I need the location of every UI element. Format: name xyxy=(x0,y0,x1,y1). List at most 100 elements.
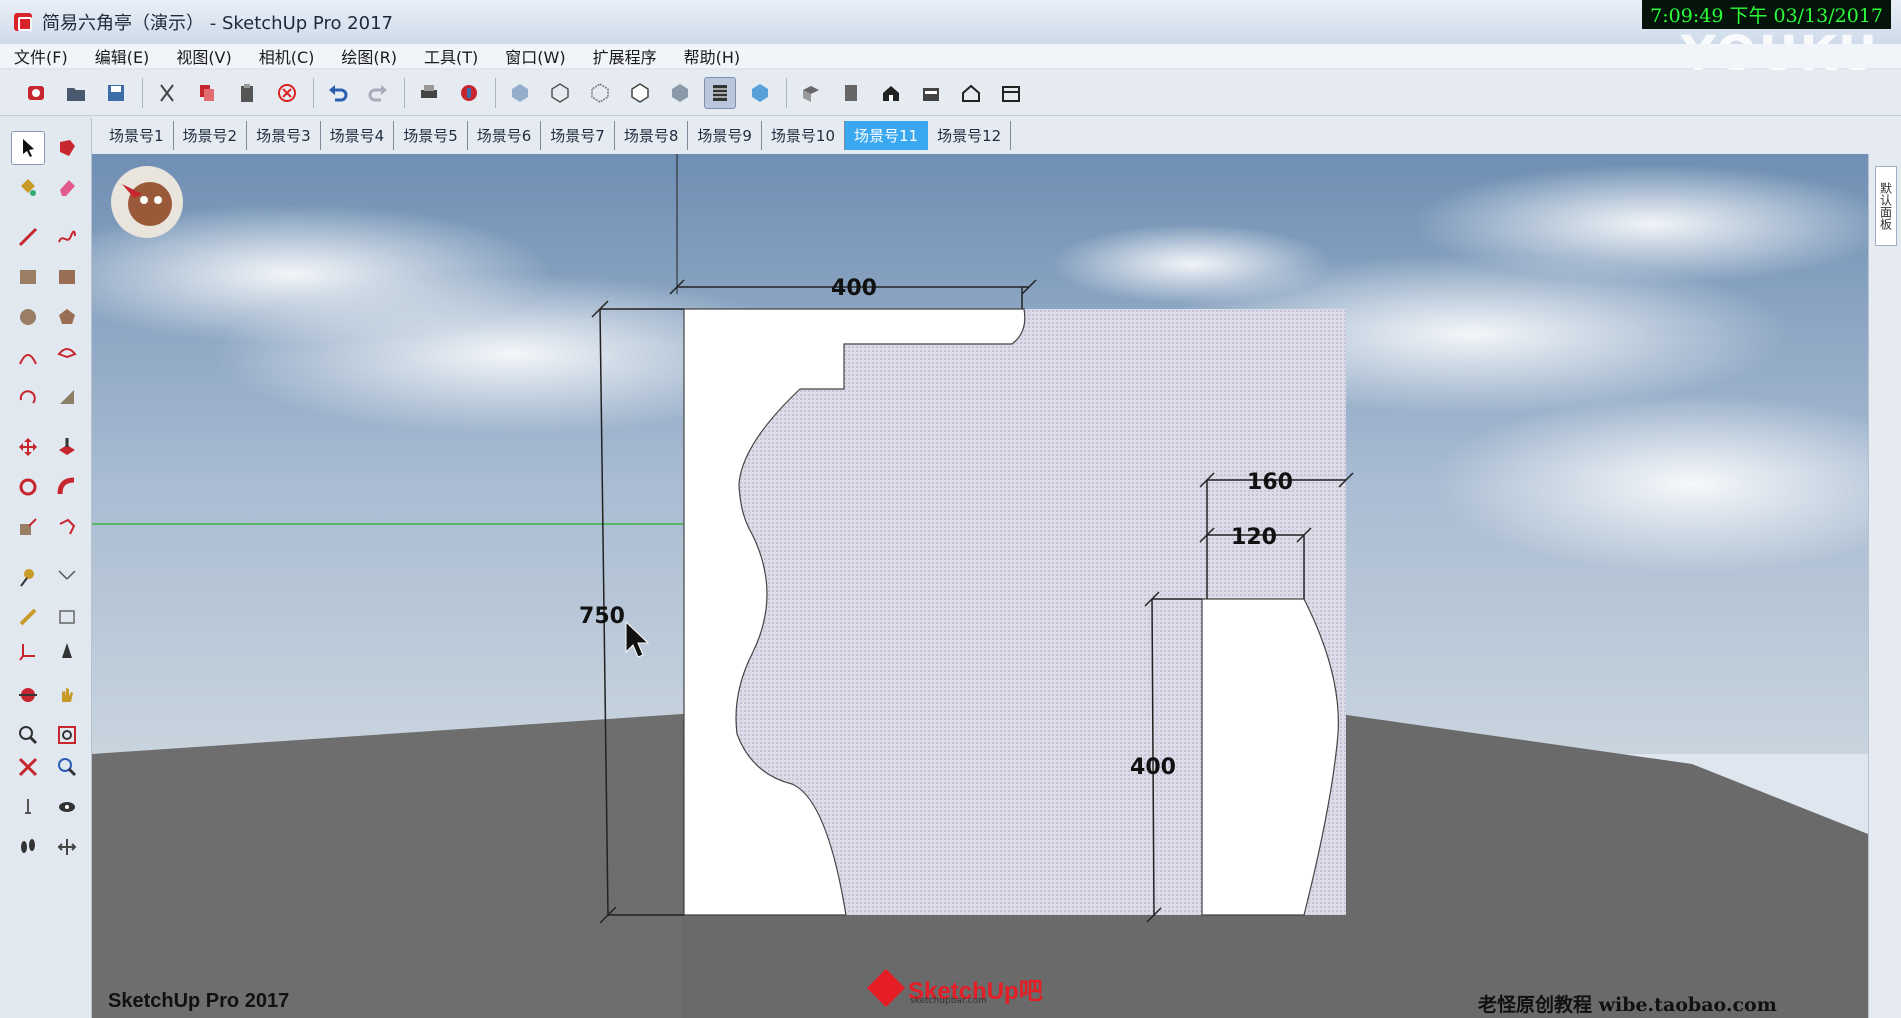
front-view-icon[interactable] xyxy=(875,77,907,109)
xray-icon[interactable] xyxy=(504,77,536,109)
circle-tool-icon[interactable] xyxy=(11,300,45,334)
sketchup-window: 简易六角亭（演示） - SketchUp Pro 2017 7:09:49 下午… xyxy=(0,0,1901,1018)
zoom-tool-icon[interactable] xyxy=(11,718,45,752)
scale-tool-icon[interactable] xyxy=(11,510,45,544)
iso-view-icon[interactable] xyxy=(795,77,827,109)
tab-scene-2[interactable]: 场景号2 xyxy=(174,120,248,150)
erase-icon[interactable] xyxy=(271,77,303,109)
text-tool-icon[interactable] xyxy=(50,600,84,634)
sketchupbar-logo: SketchUp吧 sketchupbar.com xyxy=(866,966,1043,1010)
shaded-textures-icon[interactable] xyxy=(704,76,736,109)
menu-edit[interactable]: 编辑(E) xyxy=(95,44,150,68)
wireframe-icon[interactable] xyxy=(584,77,616,109)
previous-view-icon[interactable] xyxy=(50,750,84,784)
redo-icon[interactable] xyxy=(362,77,394,109)
tab-scene-12[interactable]: 场景号12 xyxy=(928,120,1012,150)
section-plane-icon[interactable] xyxy=(50,830,84,864)
tab-scene-8[interactable]: 场景号8 xyxy=(615,120,689,150)
left-view-icon[interactable] xyxy=(995,77,1027,109)
polygon-tool-icon[interactable] xyxy=(50,300,84,334)
default-tray-tab[interactable]: 默认面板 xyxy=(1875,166,1897,246)
zoom-window-icon[interactable] xyxy=(50,718,84,752)
orbit-tool-icon[interactable] xyxy=(11,678,45,712)
right-view-icon[interactable] xyxy=(915,77,947,109)
freehand-tool-icon[interactable] xyxy=(50,220,84,254)
menu-file[interactable]: 文件(F) xyxy=(14,44,68,68)
menu-extensions[interactable]: 扩展程序 xyxy=(593,44,657,68)
title-bar: 简易六角亭（演示） - SketchUp Pro 2017 7:09:49 下午… xyxy=(0,0,1901,44)
paste-icon[interactable] xyxy=(231,77,263,109)
rotated-rectangle-icon[interactable] xyxy=(50,260,84,294)
make-component-icon[interactable] xyxy=(50,131,84,165)
menu-help[interactable]: 帮助(H) xyxy=(684,44,741,68)
rotate-tool-icon[interactable] xyxy=(11,470,45,504)
walk-tool-icon[interactable] xyxy=(11,830,45,864)
undo-icon[interactable] xyxy=(322,77,354,109)
3d-text-icon[interactable] xyxy=(50,634,84,668)
menu-draw[interactable]: 绘图(R) xyxy=(341,44,397,68)
tape-measure-icon[interactable] xyxy=(11,560,45,594)
menu-camera[interactable]: 相机(C) xyxy=(259,44,315,68)
save-icon[interactable] xyxy=(100,77,132,109)
model-viewport[interactable]: 400 750 160 120 400 xyxy=(92,154,1868,1018)
sketchupbar-subtext: sketchupbar.com xyxy=(910,996,987,1006)
tab-scene-7[interactable]: 场景号7 xyxy=(541,120,615,150)
tab-scene-3[interactable]: 场景号3 xyxy=(247,120,321,150)
print-icon[interactable] xyxy=(413,77,445,109)
sketchup-logo-icon xyxy=(866,968,906,1008)
axes-tool-icon[interactable] xyxy=(11,634,45,668)
back-view-icon[interactable] xyxy=(955,77,987,109)
offset-tool-icon[interactable] xyxy=(50,510,84,544)
look-around-icon[interactable] xyxy=(50,790,84,824)
rectangle-tool-icon[interactable] xyxy=(11,260,45,294)
follow-me-icon[interactable] xyxy=(50,470,84,504)
select-tool-icon[interactable] xyxy=(11,131,45,165)
get-models-icon[interactable] xyxy=(20,77,52,109)
menu-view[interactable]: 视图(V) xyxy=(176,44,231,68)
move-tool-icon[interactable] xyxy=(11,430,45,464)
tutorial-credit: 老怪原创教程 wibe.taobao.com xyxy=(1478,994,1777,1016)
copy-icon[interactable] xyxy=(191,77,223,109)
protractor-icon[interactable] xyxy=(11,600,45,634)
position-camera-icon[interactable] xyxy=(11,790,45,824)
line-tool-icon[interactable] xyxy=(11,220,45,254)
viewport-canvas[interactable]: 400 750 160 120 400 xyxy=(92,154,1868,1018)
back-edges-icon[interactable] xyxy=(544,77,576,109)
tab-scene-5[interactable]: 场景号5 xyxy=(394,120,468,150)
window-title: 简易六角亭（演示） - SketchUp Pro 2017 xyxy=(42,13,393,34)
two-point-arc-icon[interactable] xyxy=(50,380,84,414)
zoom-extents-icon[interactable] xyxy=(11,750,45,784)
menu-tools[interactable]: 工具(T) xyxy=(424,44,478,68)
tab-scene-11[interactable]: 场景号11 xyxy=(845,120,929,150)
tab-scene-4[interactable]: 场景号4 xyxy=(321,120,395,150)
pie-tool-icon[interactable] xyxy=(50,340,84,374)
tab-scene-10[interactable]: 场景号10 xyxy=(762,120,846,150)
paint-bucket-icon[interactable] xyxy=(11,170,45,204)
tab-scene-9[interactable]: 场景号9 xyxy=(688,120,762,150)
cut-icon[interactable] xyxy=(151,77,183,109)
open-icon[interactable] xyxy=(60,77,92,109)
toolbar-separator xyxy=(495,77,496,108)
tab-scene-1[interactable]: 场景号1 xyxy=(100,120,174,150)
scene-tabs: 场景号1 场景号2 场景号3 场景号4 场景号5 场景号6 场景号7 场景号8 … xyxy=(92,116,1901,154)
toolbar-separator xyxy=(404,77,405,108)
eraser-icon[interactable] xyxy=(50,170,84,204)
menu-bar: 文件(F) 编辑(E) 视图(V) 相机(C) 绘图(R) 工具(T) 窗口(W… xyxy=(0,44,1901,68)
hidden-line-icon[interactable] xyxy=(624,77,656,109)
channel-avatar xyxy=(111,166,183,238)
top-view-icon[interactable] xyxy=(835,77,867,109)
arc-tool-icon[interactable] xyxy=(11,340,45,374)
monochrome-icon[interactable] xyxy=(744,77,776,109)
model-info-icon[interactable] xyxy=(453,77,485,109)
dimension-tool-icon[interactable] xyxy=(50,560,84,594)
app-label: SketchUp Pro 2017 xyxy=(108,990,290,1012)
toolbar-separator xyxy=(313,77,314,108)
menu-window[interactable]: 窗口(W) xyxy=(505,44,565,68)
push-pull-icon[interactable] xyxy=(50,430,84,464)
clock-overlay: 7:09:49 下午 03/13/2017 xyxy=(1642,0,1891,29)
tab-scene-6[interactable]: 场景号6 xyxy=(468,120,542,150)
three-point-arc-icon[interactable] xyxy=(11,380,45,414)
dimension-label-height: 750 xyxy=(579,604,625,629)
shaded-icon[interactable] xyxy=(664,77,696,109)
pan-tool-icon[interactable] xyxy=(50,678,84,712)
